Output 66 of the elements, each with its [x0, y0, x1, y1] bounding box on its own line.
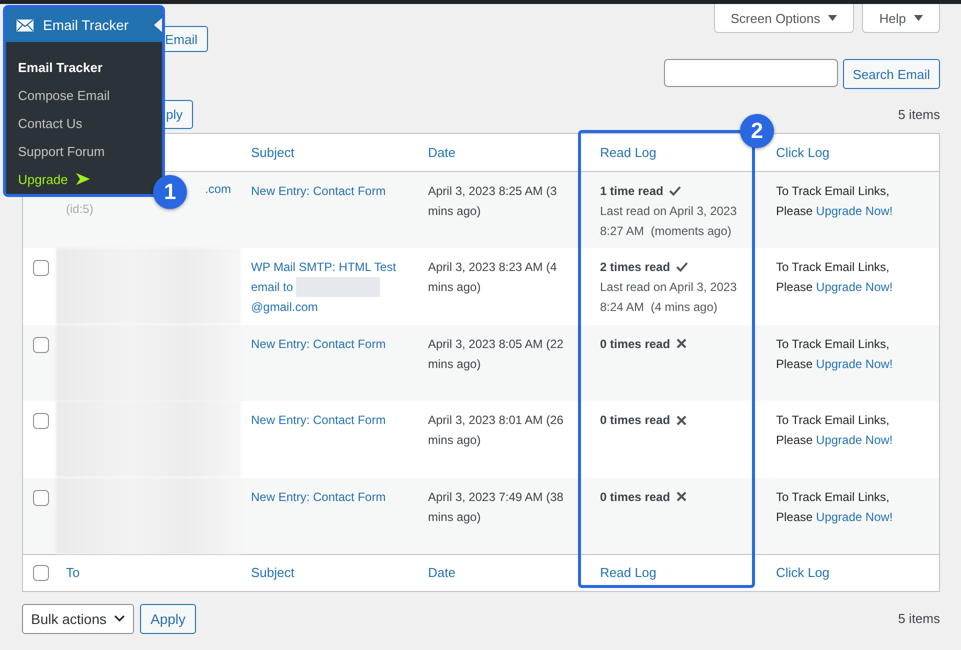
upgrade-note: To Track Email Links, Please Upgrade Now! — [776, 336, 894, 372]
caret-icon — [914, 15, 923, 21]
subject-link[interactable]: New Entry: Contact Form — [251, 334, 408, 354]
upgrade-link[interactable]: Upgrade Now! — [816, 433, 893, 447]
last-read-time: 8:24 AM (4 mins ago) — [600, 299, 718, 316]
apply-button[interactable]: Apply — [140, 604, 196, 634]
pointer-icon — [154, 18, 162, 32]
last-read-text: Last read on April 3, 2023 — [600, 203, 738, 220]
last-read-text: Last read on April 3, 2023 — [600, 279, 738, 296]
caret-icon — [828, 15, 838, 21]
upgrade-note: To Track Email Links, Please Upgrade Now! — [776, 259, 894, 296]
checkbox[interactable] — [33, 564, 49, 580]
column-header[interactable]: Subject — [251, 145, 294, 160]
menu-item[interactable]: Compose Email — [6, 81, 110, 109]
read-count: 2 times read — [600, 259, 670, 276]
date-text: April 3, 2023 8:01 AM (26 mins ago) — [428, 412, 564, 449]
help-button[interactable]: Help — [862, 4, 940, 33]
read-count: 0 times read — [600, 336, 670, 352]
subject-link[interactable]: New Entry: Contact Form — [251, 410, 408, 430]
recipient-id: (id:5) — [66, 201, 94, 218]
checkbox[interactable] — [33, 260, 49, 276]
column-footer[interactable]: To — [66, 565, 80, 580]
column-header[interactable]: Click Log — [776, 145, 830, 160]
menu-item[interactable]: Email Tracker — [6, 53, 103, 81]
column-footer[interactable]: Date — [428, 565, 456, 580]
column-header[interactable]: Read Log — [600, 145, 656, 160]
checkbox[interactable] — [33, 336, 49, 352]
step-badge: 2 — [740, 114, 774, 148]
last-read-time: 8:27 AM (moments ago) — [600, 223, 732, 240]
upgrade-link[interactable]: Upgrade Now! — [816, 280, 893, 294]
menu-item[interactable]: Contact Us — [6, 109, 82, 137]
column-header[interactable]: Date — [428, 145, 456, 160]
date-text: April 3, 2023 8:05 AM (22 mins ago) — [428, 336, 564, 372]
subject-link[interactable]: WP Mail SMTP: HTML Test email to @gmail.com — [251, 257, 408, 317]
checkbox[interactable] — [33, 413, 49, 429]
chevron-icon — [114, 615, 126, 622]
subject-link[interactable]: New Entry: Contact Form — [251, 486, 408, 506]
menu-item[interactable]: Support Forum — [6, 137, 105, 165]
item-count: 5 items — [898, 106, 940, 122]
column-footer[interactable]: Read Log — [600, 565, 656, 580]
menu-header[interactable]: Email Tracker — [6, 8, 162, 42]
read-count: 0 times read — [600, 488, 670, 506]
read-count: 1 time read — [600, 183, 664, 200]
upgrade-link[interactable]: Upgrade Now! — [816, 356, 893, 370]
item-count: 5 items — [898, 611, 940, 626]
arrow-icon — [76, 173, 90, 185]
read-count: 0 times read — [600, 412, 670, 429]
column-footer[interactable]: Subject — [251, 565, 294, 580]
upgrade-note: To Track Email Links, Please Upgrade Now! — [776, 488, 894, 526]
recipient-link[interactable]: .com — [204, 182, 231, 196]
upgrade-note: To Track Email Links, Please Upgrade Now! — [776, 412, 894, 449]
menu-item[interactable]: Upgrade — [6, 165, 90, 193]
screen-options-button[interactable]: Screen Options — [714, 4, 854, 33]
upgrade-note: To Track Email Links, Please Upgrade Now! — [776, 183, 894, 220]
column-footer[interactable]: Click Log — [776, 565, 830, 580]
search-field[interactable] — [664, 59, 838, 87]
bulk-actions-select[interactable]: Bulk actions — [22, 604, 134, 634]
subject-link[interactable]: New Entry: Contact Form — [251, 181, 408, 201]
date-text: April 3, 2023 8:25 AM (3 mins ago) — [428, 183, 558, 220]
upgrade-link[interactable]: Upgrade Now! — [816, 204, 893, 218]
search-button[interactable]: Search Email — [842, 59, 940, 89]
checkbox[interactable] — [33, 490, 49, 506]
envelope-icon — [16, 18, 34, 32]
date-text: April 3, 2023 7:49 AM (38 mins ago) — [428, 488, 564, 526]
upgrade-link[interactable]: Upgrade Now! — [816, 510, 893, 524]
date-text: April 3, 2023 8:23 AM (4 mins ago) — [428, 259, 558, 296]
